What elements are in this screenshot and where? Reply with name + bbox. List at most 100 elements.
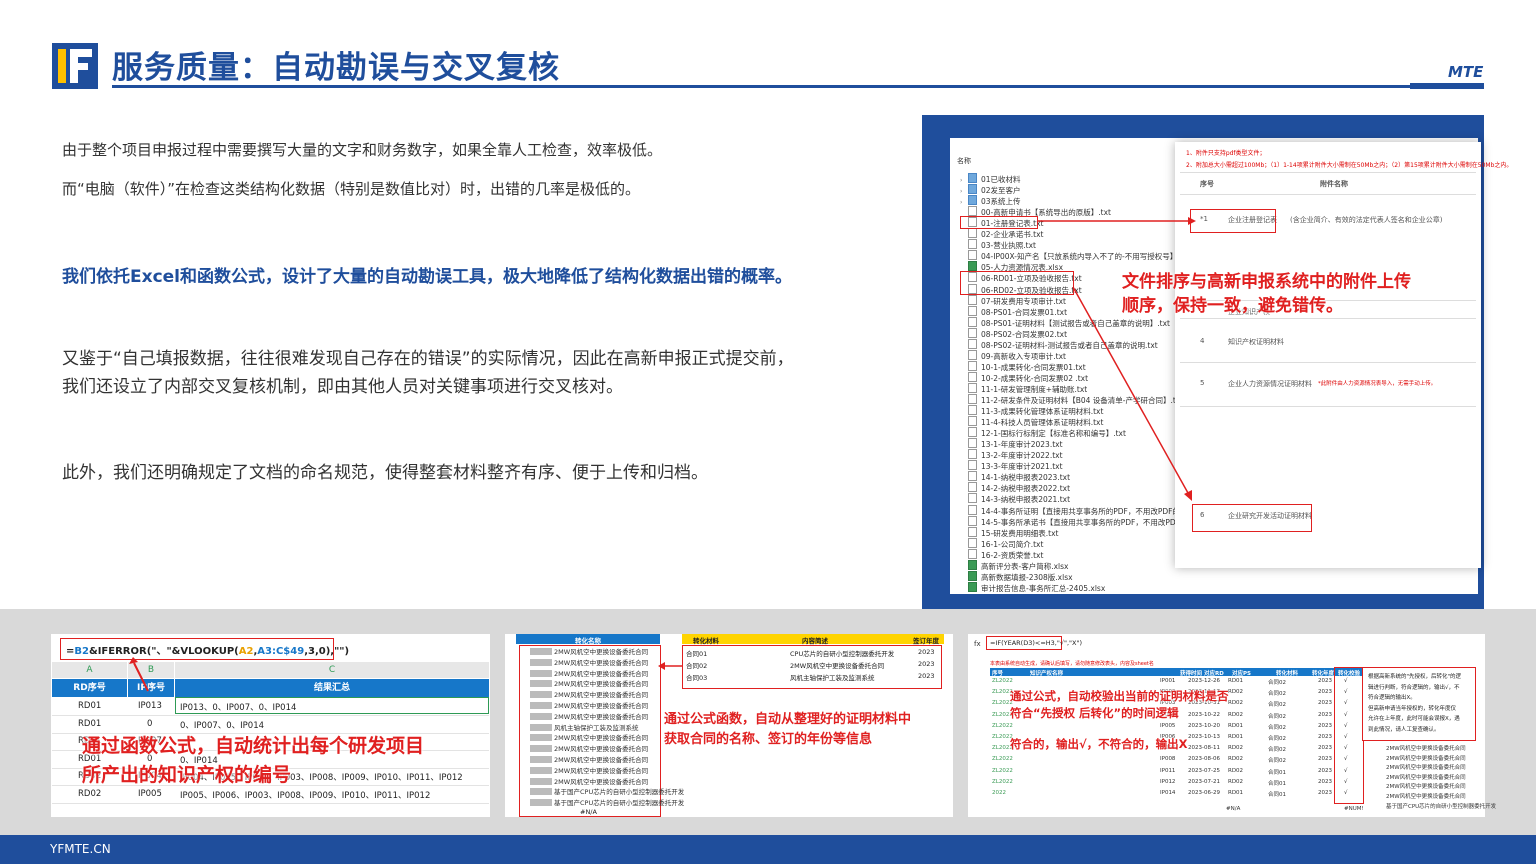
redacted-block — [530, 734, 552, 742]
contract-id: 合同02 — [1268, 736, 1286, 742]
redacted-block — [530, 799, 552, 807]
contract-name-item: 2MW风机空中更换设备委托合同 — [530, 678, 648, 688]
check-header-cell: 序号 — [992, 671, 1004, 677]
contract-desc: 风机主轴保护工装及监测系统 — [790, 674, 875, 682]
contract-id: 合同01 — [1268, 769, 1286, 776]
patent-no: ZL2022 — [992, 778, 1013, 785]
ip-summary-annotation: 通过函数公式，自动统计出每个研发项目 所产出的知识产权的编号 — [82, 735, 425, 786]
check-mark: √ — [1344, 678, 1348, 684]
check-mark: √ — [1344, 767, 1348, 774]
check-header-cell: 转化年度 — [1312, 671, 1335, 677]
contract-name-text: 2MW风机空中更换设备委托合同 — [554, 648, 649, 656]
side-contract-item: 2MW风机空中更换设备委托合同 — [1386, 784, 1466, 791]
side-contract-item: 基于国产CPU芯片的自研小型控制器委托开发 — [1386, 803, 1497, 810]
contract-name-text: 2MW风机空中更换设备委托合同 — [554, 702, 649, 710]
logic-note-line: 辑进行判断，符合逻辑的，输出√，不 — [1368, 684, 1460, 691]
row-divider — [52, 802, 489, 804]
contract-name-text: 2MW风机空中更换设备委托合同 — [554, 658, 649, 667]
company-logo — [52, 43, 98, 89]
ip-cell: 0 — [147, 718, 153, 729]
contract-name-item: 2MW风机空中更换设备委托合同 — [530, 776, 648, 786]
contract-name-text: 2MW风机空中更换设备委托合同 — [554, 712, 649, 721]
footer-site: YFMTE.CN — [50, 842, 111, 856]
contract-arrow — [658, 662, 683, 670]
brand-mark: MTE — [1448, 63, 1484, 81]
logic-note-line: 到此情况，请人工复查确认。 — [1368, 726, 1440, 733]
side-contract-item: 2MW风机空中更换设备委托合同 — [1386, 774, 1466, 781]
contract-year: 2023 — [918, 660, 935, 668]
check-mark: √ — [1344, 778, 1348, 785]
redacted-block — [530, 669, 552, 677]
row-divider — [52, 715, 489, 716]
contract-name-text: 风机主轴保护工装及监测系统 — [554, 723, 639, 732]
grant-date: 2023-12-26 — [1188, 678, 1220, 684]
paragraph-4a: 又鉴于“自己填报数据，往往很难发现自己存在的错误”的实际情况，因此在高新申报正式… — [62, 349, 794, 369]
ip-id: IP011 — [1160, 767, 1176, 774]
contract-id: 合同02 — [686, 662, 708, 670]
transfer-year: 2023 — [1318, 790, 1332, 796]
file-sort-annotation: 文件排序与高新申报系统中的附件上传 顺序，保持一致，避免错传。 — [1122, 272, 1411, 316]
contract-name-item: 2MW风机空中更换设备委托合同 — [530, 732, 648, 742]
contract-name-item: 2MW风机空中更换设备委托合同 — [530, 689, 648, 699]
contract-id: 合同02 — [1268, 713, 1286, 720]
redacted-block — [530, 691, 552, 699]
grant-date: 2023-06-29 — [1188, 790, 1220, 796]
ip-cell: IP005 — [138, 788, 162, 799]
contract-name-text: 2MW风机空中更换设备委托合同 — [554, 669, 649, 678]
page-title: 服务质量：自动勘误与交叉复核 — [112, 50, 560, 86]
contract-name-item: 基于国产CPU芯片的自研小型控制器委托开发 — [530, 797, 684, 807]
ip-cell: IP013 — [138, 701, 162, 711]
contract-name-text: 2MW风机空中更换设备委托合同 — [554, 766, 649, 775]
rd-id: RD01 — [1228, 722, 1244, 729]
rd-id: RD01 — [1228, 678, 1244, 684]
check-mark: √ — [1344, 722, 1348, 729]
contract-name-item: 2MW风机空中更换设备委托合同 — [530, 646, 648, 656]
contract-name-text: 2MW风机空中更换设备委托合同 — [554, 777, 649, 786]
contracts-annotation: 通过公式函数，自动从整理好的证明材料中 获取合同的名称、签订的年份等信息 — [664, 712, 912, 747]
contract-year: 2023 — [918, 672, 935, 680]
redacted-block — [530, 658, 552, 666]
rd-id: RD02 — [1228, 767, 1244, 774]
check-mark: √ — [1344, 734, 1348, 740]
contract-name-item: 2MW风机空中更换设备委托合同 — [530, 657, 648, 667]
paragraph-5: 此外，我们还明确规定了文档的命名规范，使得整套材料整齐有序、便于上传和归档。 — [62, 463, 708, 483]
check-header-cell: 转化材料 — [1276, 671, 1299, 677]
contract-name-text: 2MW风机空中更换设备委托合同 — [554, 745, 649, 754]
grant-date: 2023-08-06 — [1188, 756, 1220, 763]
check-formula: =IF(YEAR(D3)<=H3,"√","X") — [990, 639, 1083, 647]
logic-note-line: 符合逻辑的输出X。 — [1368, 695, 1416, 701]
check-mark: √ — [1344, 700, 1348, 707]
transfer-year: 2023 — [1318, 778, 1332, 785]
grant-date: 2023-07-21 — [1188, 778, 1220, 785]
rd-id: RD02 — [1228, 700, 1244, 707]
logic-note-line: 但高新申请当年授权的，转化年度仅 — [1368, 705, 1457, 712]
paragraph-highlight: 我们依托Excel和函数公式，设计了大量的自动勘误工具，极大地降低了结构化数据出… — [62, 267, 793, 287]
rd-id: RD02 — [1228, 745, 1244, 752]
check-mark: √ — [1344, 790, 1348, 796]
logic-note-line: 允许在上年度，此时可能会误报X，遇 — [1368, 716, 1460, 722]
contract-name-item: 2MW风机空中更换设备委托合同 — [530, 754, 648, 764]
transfer-year: 2023 — [1318, 722, 1332, 729]
check-mark: √ — [1344, 756, 1348, 763]
contract-name-text: 基于国产CPU芯片的自研小型控制器委托开发 — [554, 788, 685, 797]
redacted-block — [530, 756, 552, 763]
contract-name-text: 2MW风机空中更换设备委托合同 — [554, 734, 649, 743]
redacted-block — [530, 648, 552, 655]
formula-arrow — [129, 657, 149, 692]
contract-name-item: 基于国产CPU芯片的自研小型控制器委托开发 — [530, 786, 684, 796]
contract-desc: 2MW风机空中更换设备委托合同 — [790, 662, 885, 670]
transfer-year: 2023 — [1318, 700, 1332, 707]
transfer-year: 2023 — [1318, 689, 1332, 696]
paragraph-4b: 我们还设立了内部交叉复核机制，即由其他人员对关键事项进行交叉核对。 — [62, 377, 623, 397]
transfer-year: 2023 — [1318, 734, 1332, 740]
redacted-block — [530, 745, 552, 753]
rd-id: RD02 — [1228, 756, 1244, 763]
rd-id: RD02 — [1228, 778, 1244, 785]
contract-id: 合同02 — [1268, 758, 1286, 765]
transfer-year: 2023 — [1318, 745, 1332, 752]
check-mark: √ — [1344, 689, 1348, 696]
contract-name-item: 2MW风机空中更换设备委托合同 — [530, 711, 648, 721]
contract-id: 合同01 — [1268, 780, 1286, 787]
contract-id: 合同02 — [1268, 702, 1286, 709]
patent-no: ZL2022 — [992, 678, 1013, 684]
